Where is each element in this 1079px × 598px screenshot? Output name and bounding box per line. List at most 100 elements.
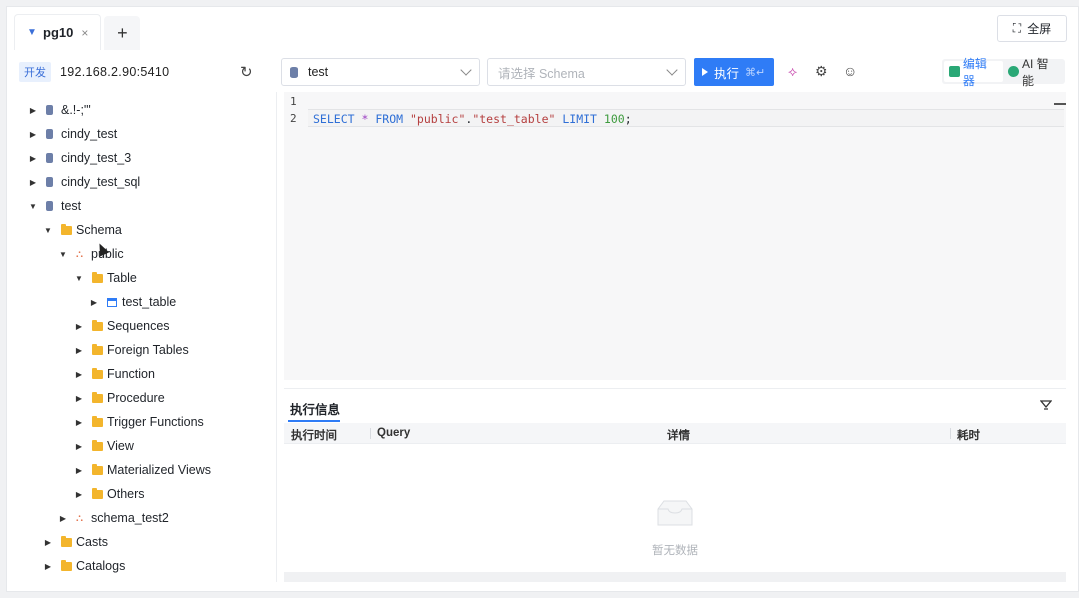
table-icon [107,297,117,307]
editor-icon [949,66,960,77]
sql-keyword: FROM [375,112,404,126]
tab-label: pg10 [43,25,74,40]
database-select-value: test [308,65,329,79]
caret-down-icon: ▼ [29,201,37,211]
folder-icon [61,535,72,547]
caret-right-icon: ▶ [29,177,37,187]
folder-icon [61,223,72,235]
schema-select-placeholder: 请选择 Schema [498,66,585,81]
mode-editor-label: 编辑器 [962,56,987,88]
horizontal-scrollbar[interactable] [284,572,1066,582]
play-icon [702,68,708,76]
minimap-marker [1054,103,1066,105]
column-header: 耗时 [957,430,980,442]
tree-node-folder[interactable]: ▶ View [74,435,134,457]
folder-icon [92,439,103,451]
sql-number: 100 [603,112,625,126]
refresh-icon[interactable]: ↻ [240,63,253,81]
pane-divider[interactable] [276,92,277,582]
caret-right-icon: ▶ [75,321,83,331]
schema-select[interactable]: 请选择 Schema [487,58,686,86]
tree-node-folder[interactable]: ▶ Procedure [74,387,165,409]
tree-label: Table [107,271,137,285]
tree-label: Function [107,367,155,381]
mode-switch: 编辑器 AI 智能 [942,57,1065,88]
tree-label: test [61,199,82,213]
tree-label: cindy_test_sql [61,175,141,189]
schema-icon: ⛬ [76,512,83,524]
folder-icon [92,343,103,355]
add-tab-button[interactable]: + [104,16,141,50]
tree-label: Sequences [107,319,170,333]
tree-node-folder[interactable]: ▶ Casts [43,531,108,553]
column-header: 详情 [667,430,690,442]
tree-node-db[interactable]: ▶ &.!-;'" [28,99,91,121]
tree-node-schema[interactable]: ▶ ⛬ schema_test2 [58,507,169,529]
gear-icon[interactable]: ⚙ [815,63,828,80]
database-icon [46,177,53,187]
folder-icon [61,559,72,571]
column-header: Query [377,427,411,439]
tree-node-db[interactable]: ▶ cindy_test_3 [28,147,131,169]
code-line[interactable]: SELECT * FROM "public"."test_table" LIMI… [313,112,632,126]
caret-right-icon: ▶ [75,465,83,475]
tree-label: cindy_test_3 [61,151,132,165]
database-select[interactable]: test [281,58,480,86]
empty-box-icon [657,500,693,526]
sql-keyword: LIMIT [562,112,597,126]
caret-right-icon: ▶ [75,345,83,355]
tree-node-folder[interactable]: ▼ Table [74,267,137,289]
tree-label: Foreign Tables [107,343,189,357]
tree-label: Casts [76,535,108,549]
folder-icon [92,319,103,331]
tree-node-folder[interactable]: ▶ Sequences [74,315,170,337]
caret-right-icon: ▶ [75,369,83,379]
mode-editor-button[interactable]: 编辑器 [944,57,1004,88]
empty-state-text: 暂无数据 [652,545,698,557]
tree-node-folder[interactable]: ▶ Materialized Views [74,459,211,481]
tab-execution-info[interactable]: 执行信息 [290,399,340,418]
sql-editor[interactable]: 1 2 SELECT * FROM "public"."test_table" … [284,92,1066,380]
line-gutter: 1 2 [284,92,308,380]
tab-bar: ▼ pg10 × + [14,14,141,50]
tree-node-db[interactable]: ▶ cindy_test [28,123,117,145]
format-icon[interactable]: ⟡ [788,63,797,80]
chevron-down-icon [666,64,678,76]
tree-node-folder[interactable]: ▶ Function [74,363,155,385]
sql-string: "public" [410,112,466,126]
sql-string: "test_table" [472,112,556,126]
filter-icon[interactable] [1040,399,1052,411]
tree-node-folder[interactable]: ▶ Catalogs [43,555,125,577]
mode-ai-button[interactable]: AI 智能 [1003,55,1065,89]
fullscreen-button[interactable]: ⛶ 全屏 [997,15,1067,42]
tree-node-folder[interactable]: ▶ Others [74,483,145,505]
caret-down-icon: ▼ [75,273,83,283]
tab-pg10[interactable]: ▼ pg10 × [14,14,102,50]
schema-icon: ⛬ [76,248,83,260]
caret-right-icon: ▶ [59,513,67,523]
run-button[interactable]: 执行 ⌘↵ [694,58,774,86]
caret-down-icon: ▼ [59,249,67,259]
tree-label: &.!-;'" [61,103,91,117]
tree-node-folder[interactable]: ▶ Trigger Functions [74,411,204,433]
tree-node-folder[interactable]: ▼ Schema [43,219,122,241]
caret-right-icon: ▶ [29,153,37,163]
tree-node-db[interactable]: ▼ test [28,195,81,217]
smiley-icon[interactable]: ☺ [843,63,857,79]
connection-host: 192.168.2.90:5410 [60,65,170,79]
folder-icon [92,415,103,427]
caret-right-icon: ▶ [75,417,83,427]
app-root: ▼ pg10 × + ⛶ 全屏 开发 192.168.2.90:5410 ↻ t… [0,0,1079,598]
close-icon[interactable]: × [81,26,88,40]
tree-node-folder[interactable]: ▶ Foreign Tables [74,339,189,361]
database-icon [290,66,298,78]
tree-node-db[interactable]: ▶ cindy_test_sql [28,171,140,193]
sql-operator: * [361,112,369,126]
sql-keyword: SELECT [313,112,355,126]
line-number: 1 [290,95,297,108]
folder-icon [92,391,103,403]
caret-right-icon: ▶ [75,489,83,499]
tree-node-schema[interactable]: ▼ ⛬ public [58,243,124,265]
tree-node-table[interactable]: ▶ test_table [89,291,176,313]
sql-punct: ; [624,112,632,126]
